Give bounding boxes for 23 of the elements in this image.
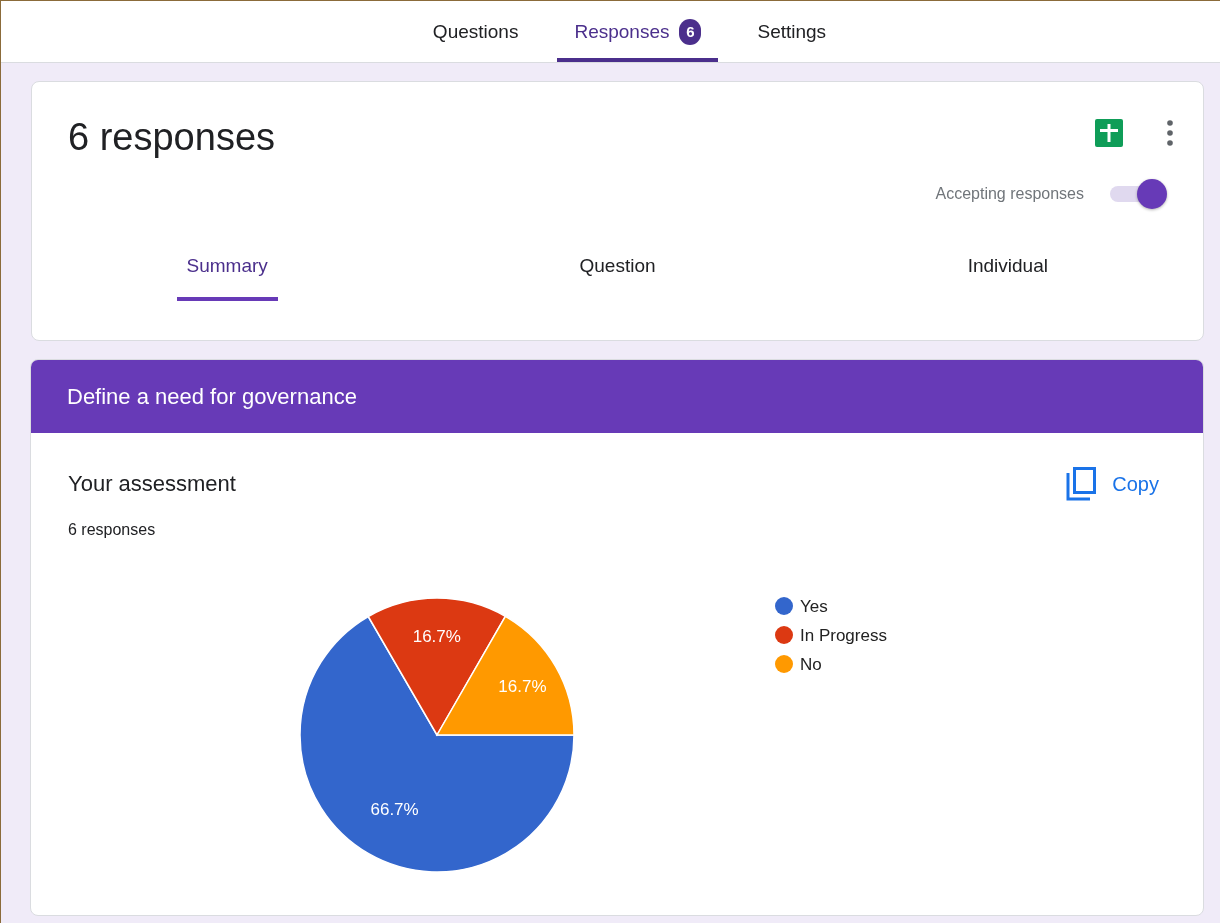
accepting-toggle[interactable] <box>1110 179 1167 209</box>
view-tab[interactable]: Individual <box>957 249 1058 301</box>
more-options-icon[interactable] <box>1167 120 1173 146</box>
section-title: Define a need for governance <box>67 383 357 410</box>
legend-label: No <box>800 655 822 674</box>
copy-icon <box>1066 467 1097 501</box>
copy-button[interactable]: Copy <box>1066 467 1159 501</box>
accepting-responses-label: Accepting responses <box>935 185 1084 203</box>
nav-tab[interactable]: Responses 6 <box>557 1 719 62</box>
question-title: Your assessment <box>68 471 236 497</box>
spreadsheet-icon[interactable] <box>1095 119 1123 147</box>
responses-heading: 6 responses <box>68 116 275 159</box>
legend-label: Yes <box>800 597 828 616</box>
slice-label: 16.7% <box>498 676 547 696</box>
slice-label: 66.7% <box>370 799 419 819</box>
view-tab[interactable]: Question <box>569 249 666 301</box>
count-badge: 6 <box>679 18 702 45</box>
nav-tab[interactable]: Questions <box>415 1 536 62</box>
response-count: 6 responses <box>67 520 157 539</box>
legend-label: In Progress <box>800 626 887 645</box>
view-tab[interactable]: Summary <box>176 249 278 301</box>
nav-tab[interactable]: Settings <box>740 1 844 62</box>
slice-label: 16.7% <box>412 627 461 647</box>
